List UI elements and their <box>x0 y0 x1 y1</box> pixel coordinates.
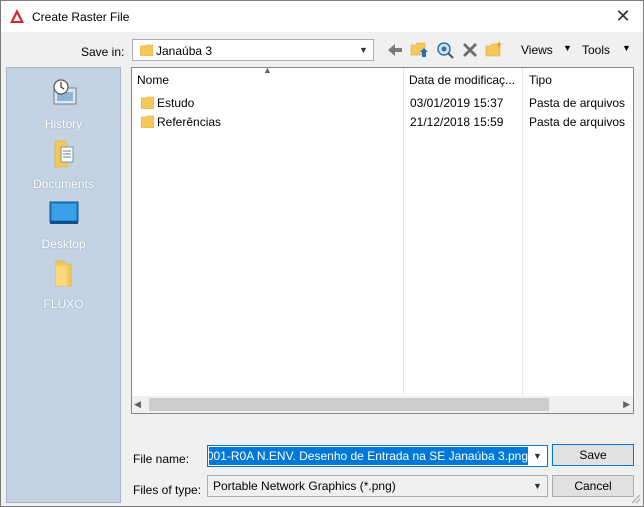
title-bar: Create Raster File ✕ <box>1 1 643 32</box>
folder-icon <box>55 260 72 287</box>
file-type-value: Portable Network Graphics (*.png) <box>213 479 396 493</box>
column-header-type[interactable]: Tipo <box>529 73 552 87</box>
documents-icon <box>54 140 74 168</box>
file-name-value: 3-DE-9001-R0A N.ENV. Desenho de Entrada … <box>209 449 528 463</box>
tools-dropdown-icon[interactable]: ▼ <box>622 43 631 53</box>
chevron-down-icon: ▼ <box>359 45 368 55</box>
views-dropdown-icon[interactable]: ▼ <box>563 43 572 53</box>
list-item[interactable]: Referências 21/12/2018 15:59 Pasta de ar… <box>132 112 632 131</box>
autocad-logo-icon <box>10 9 24 23</box>
folder-icon <box>141 96 154 109</box>
file-list[interactable]: ▲ Nome Data de modificaç... Tipo Estudo … <box>131 65 634 414</box>
file-type-dropdown[interactable]: Portable Network Graphics (*.png) ▼ <box>207 475 548 497</box>
folder-icon <box>141 115 154 128</box>
window-title: Create Raster File <box>32 10 130 24</box>
save-in-dropdown[interactable]: Janaúba 3 ▼ <box>132 39 374 61</box>
create-raster-file-dialog: Create Raster File ✕ Save in: Janaúba 3 … <box>0 0 644 507</box>
horizontal-scrollbar[interactable]: ◀ ▶ <box>132 396 633 413</box>
cancel-button[interactable]: Cancel <box>552 475 634 497</box>
places-bar: History Documents Desktop FLUXO <box>6 67 121 503</box>
desktop-icon <box>49 201 79 224</box>
place-desktop[interactable]: Desktop <box>7 198 120 256</box>
file-date: 03/01/2019 15:37 <box>410 96 504 110</box>
delete-icon[interactable] <box>460 40 480 60</box>
file-name-label: File name: <box>133 452 190 466</box>
place-fluxo[interactable]: FLUXO <box>7 258 120 316</box>
file-name: Referências <box>157 115 222 129</box>
place-label: FLUXO <box>43 297 84 311</box>
column-header-name[interactable]: Nome <box>137 73 169 87</box>
close-button[interactable]: ✕ <box>611 5 635 27</box>
file-type: Pasta de arquivos <box>529 96 626 110</box>
place-history[interactable]: History <box>7 78 120 136</box>
up-folder-icon[interactable] <box>409 40 429 60</box>
save-in-label: Save in: <box>81 45 125 59</box>
file-type: Pasta de arquivos <box>529 115 626 129</box>
scroll-left-icon[interactable]: ◀ <box>134 399 141 410</box>
scrollbar-thumb[interactable] <box>149 398 549 411</box>
place-documents[interactable]: Documents <box>7 138 120 196</box>
history-icon <box>53 79 77 105</box>
search-web-icon[interactable] <box>435 40 455 60</box>
chevron-down-icon: ▼ <box>533 481 542 491</box>
save-button[interactable]: Save <box>552 444 634 466</box>
tools-menu-button[interactable]: Tools <box>582 43 610 57</box>
place-label: Desktop <box>41 237 86 251</box>
back-arrow-icon[interactable] <box>385 40 405 60</box>
new-folder-icon[interactable] <box>484 40 504 60</box>
scroll-right-icon[interactable]: ▶ <box>623 399 630 410</box>
save-in-value: Janaúba 3 <box>156 44 213 58</box>
file-type-label: Files of type: <box>133 483 202 497</box>
list-item[interactable]: Estudo 03/01/2019 15:37 Pasta de arquivo… <box>132 93 632 112</box>
folder-icon <box>140 44 153 56</box>
column-header-date[interactable]: Data de modificaç... <box>409 73 515 87</box>
file-name: Estudo <box>157 96 195 110</box>
chevron-down-icon[interactable]: ▼ <box>529 447 546 465</box>
file-name-input[interactable]: 3-DE-9001-R0A N.ENV. Desenho de Entrada … <box>207 445 548 467</box>
resize-grip-icon[interactable] <box>631 494 641 504</box>
views-menu-button[interactable]: Views <box>521 43 553 57</box>
place-label: Documents <box>33 177 94 191</box>
file-date: 21/12/2018 15:59 <box>410 115 504 129</box>
place-label: History <box>44 117 83 131</box>
sort-ascending-icon: ▲ <box>263 65 272 75</box>
